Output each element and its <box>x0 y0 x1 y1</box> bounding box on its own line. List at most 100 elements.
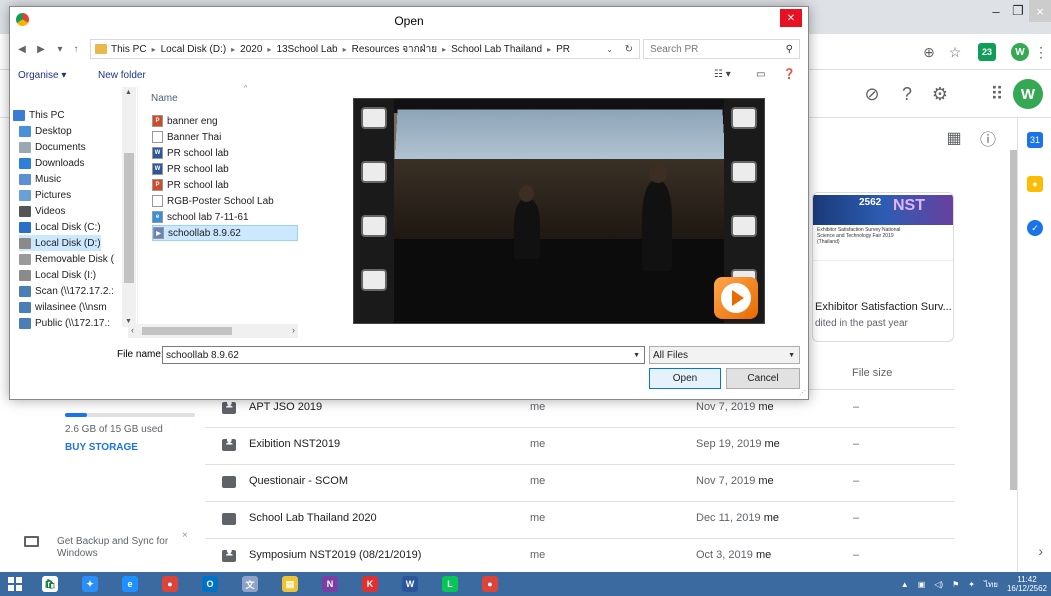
address-breadcrumb[interactable]: This PC ▸ Local Disk (D:) ▸ 2020 ▸ 13School La… <box>90 39 640 59</box>
taskbar-chrome-button[interactable]: ● <box>150 572 190 596</box>
nav-item[interactable]: wilasinee (\\nsm <box>19 299 107 315</box>
language-indicator[interactable]: ไทย <box>984 578 998 591</box>
open-button[interactable]: Open <box>649 368 721 389</box>
scroll-left-icon[interactable]: ‹ <box>131 325 134 335</box>
file-item[interactable]: P PR school lab <box>152 177 298 193</box>
start-button[interactable] <box>0 572 30 596</box>
nav-item[interactable]: Scan (\\172.17.2.: <box>19 283 114 299</box>
nav-item[interactable]: Pictures <box>19 187 71 203</box>
dialog-close-button[interactable]: ✕ <box>780 9 802 27</box>
apps-grid-icon[interactable]: ⠿ <box>985 82 1009 106</box>
column-header-name[interactable]: Name <box>151 93 178 104</box>
tasks-icon[interactable]: ✓ <box>1027 220 1043 236</box>
avatar[interactable]: W <box>1013 79 1043 109</box>
browser-menu-icon[interactable]: ⋮ <box>1032 43 1050 61</box>
back-arrow-icon[interactable]: ◀ <box>14 41 30 57</box>
taskbar-dropbox-button[interactable]: ✦ <box>70 572 110 596</box>
taskbar-edge-button[interactable]: e <box>110 572 150 596</box>
taskbar-outlook-button[interactable]: O <box>190 572 230 596</box>
table-row[interactable]: Questionair - SCOM me Nov 7, 2019 me – <box>205 464 955 501</box>
file-item[interactable]: RGB-Poster School Lab <box>152 193 298 209</box>
scroll-up-icon[interactable]: ▲ <box>125 89 132 96</box>
nav-item[interactable]: Local Disk (D:) <box>19 235 101 251</box>
restore-button[interactable]: ❐ <box>1007 0 1029 22</box>
recent-dropdown-icon[interactable]: ▾ <box>52 41 68 57</box>
backup-sync-promo[interactable]: Get Backup and Sync for Windows × <box>20 530 195 570</box>
offline-check-icon[interactable]: ⊘ <box>860 82 884 106</box>
calendar-icon[interactable]: 31 <box>1027 132 1043 148</box>
taskbar-word-button[interactable]: W <box>390 572 430 596</box>
nav-item[interactable]: Music <box>19 171 61 187</box>
flag-icon[interactable]: ⚑ <box>952 580 959 589</box>
view-options-icon[interactable]: ☷ ▾ <box>714 69 731 80</box>
preview-pane-icon[interactable]: ▭ <box>756 69 765 80</box>
tray-arrow-icon[interactable]: ▲ <box>901 580 909 589</box>
table-row[interactable]: School Lab Thailand 2020 me Dec 11, 2019 m… <box>205 501 955 538</box>
horizontal-scrollbar[interactable]: ‹ › <box>128 324 298 338</box>
file-item[interactable]: Pbanner eng <box>152 113 298 129</box>
address-dropdown-icon[interactable]: ⌄ <box>606 45 613 54</box>
taskbar-kaspersky-button[interactable]: K <box>350 572 390 596</box>
breadcrumb-item[interactable]: Local Disk (D:) <box>161 44 227 55</box>
file-item[interactable]: Banner Thai <box>152 129 298 145</box>
quick-access-card[interactable]: 2562 NST Exhibitor Satisfaction Survey N… <box>812 192 954 342</box>
settings-gear-icon[interactable]: ⚙ <box>928 82 952 106</box>
breadcrumb-item[interactable]: 13School Lab <box>276 44 337 55</box>
file-item[interactable]: W PR school lab <box>152 161 298 177</box>
scroll-right-icon[interactable]: › <box>292 325 295 335</box>
file-type-select[interactable]: All Files ▼ <box>649 346 800 364</box>
profile-icon[interactable]: W <box>1011 43 1029 61</box>
scroll-thumb[interactable] <box>142 327 232 335</box>
clock[interactable]: 11:42 16/12/2562 <box>1007 575 1047 593</box>
add-icon[interactable]: ⊕ <box>920 43 938 61</box>
help-icon[interactable]: ? <box>895 82 919 106</box>
close-window-button[interactable]: × <box>1029 0 1051 22</box>
nav-item[interactable]: Removable Disk ( <box>19 251 114 267</box>
table-row[interactable]: Symposium NST2019 (08/21/2019)meOct 3, 2… <box>205 538 955 575</box>
breadcrumb-item[interactable]: PR <box>556 44 570 55</box>
cancel-button[interactable]: Cancel <box>726 368 800 389</box>
nav-item[interactable]: Downloads <box>19 155 84 171</box>
file-item[interactable]: e school lab 7-11-61 <box>152 209 298 225</box>
nav-item[interactable]: Local Disk (C:) <box>19 219 101 235</box>
refresh-icon[interactable]: ↻ <box>625 44 633 55</box>
help-icon[interactable]: ❓ <box>783 69 795 80</box>
new-folder-button[interactable]: New folder <box>98 70 146 81</box>
network-icon[interactable]: ▣ <box>918 580 926 589</box>
breadcrumb-item[interactable]: 2020 <box>240 44 262 55</box>
resize-grip-icon[interactable]: ⋰ <box>799 389 806 397</box>
minimize-button[interactable]: – <box>985 0 1007 22</box>
forward-arrow-icon[interactable]: ▶ <box>33 41 49 57</box>
search-input[interactable]: Search PR ⚲ <box>643 39 800 59</box>
nav-item[interactable]: Desktop <box>19 123 72 139</box>
taskbar-onenote-button[interactable]: N <box>310 572 350 596</box>
file-item[interactable]: W PR school lab <box>152 145 298 161</box>
taskbar-store-button[interactable]: 🛍 <box>30 572 70 596</box>
nav-item[interactable]: This PC <box>13 107 65 123</box>
scroll-thumb[interactable] <box>124 153 134 283</box>
file-item[interactable]: ▶ schoollab 8.9.62 <box>152 225 298 241</box>
extension-badge-icon[interactable]: 23 <box>978 43 996 61</box>
up-arrow-icon[interactable]: ↑ <box>68 41 84 57</box>
table-row[interactable]: Exibition NST2019meSep 19, 2019 me– <box>205 427 955 464</box>
nav-item[interactable]: Local Disk (I:) <box>19 267 96 283</box>
column-header-file-size[interactable]: File size <box>852 367 892 379</box>
chevron-down-icon[interactable]: ▼ <box>633 352 640 359</box>
chevron-down-icon[interactable]: ▼ <box>788 352 795 359</box>
keep-icon[interactable]: ● <box>1027 176 1043 192</box>
taskbar-explorer-button[interactable]: ▤ <box>270 572 310 596</box>
info-icon[interactable]: ⓘ <box>978 128 998 149</box>
dropbox-tray-icon[interactable]: ✦ <box>968 580 975 589</box>
bookmark-star-icon[interactable]: ☆ <box>946 43 964 61</box>
buy-storage-link[interactable]: BUY STORAGE <box>65 442 138 453</box>
volume-icon[interactable]: ◁) <box>934 580 943 589</box>
breadcrumb-item[interactable]: School Lab Thailand <box>451 44 542 55</box>
nav-item[interactable]: Videos <box>19 203 65 219</box>
breadcrumb-item[interactable]: This PC <box>111 44 147 55</box>
grid-view-icon[interactable]: ▦ <box>944 128 964 148</box>
taskbar-line-button[interactable]: L <box>430 572 470 596</box>
taskbar-translate-button[interactable]: 文 <box>230 572 270 596</box>
file-name-input[interactable]: schoollab 8.9.62 ▼ <box>162 346 645 364</box>
nav-item[interactable]: Public (\\172.17.: <box>19 315 110 331</box>
taskbar-chrome-2-button[interactable]: ● <box>470 572 510 596</box>
